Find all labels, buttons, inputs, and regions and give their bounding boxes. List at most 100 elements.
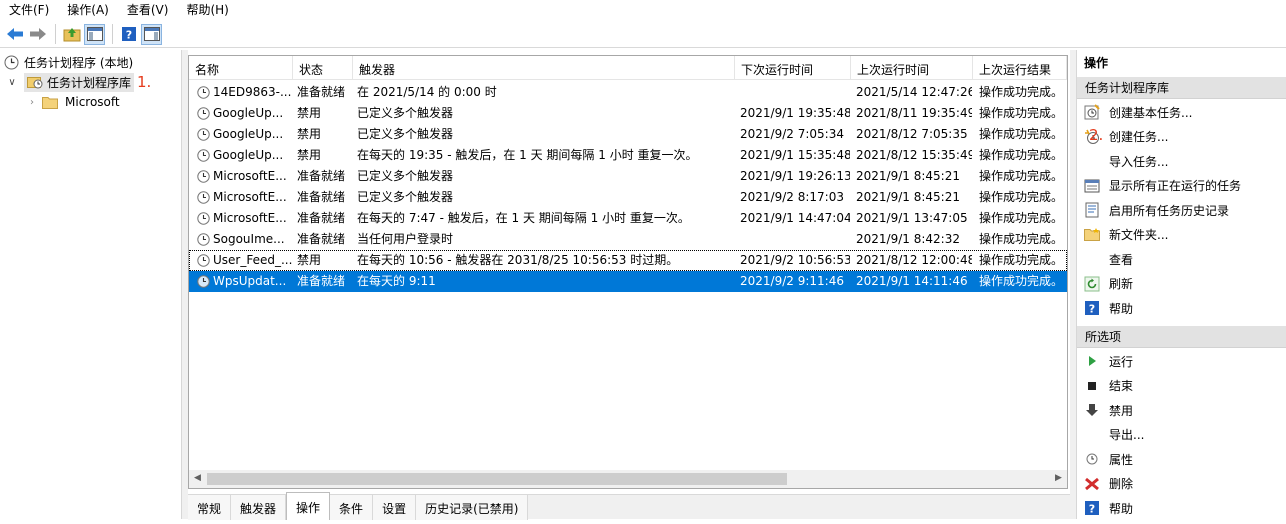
task-clock-icon [197,107,210,120]
cell-name: 14ED9863-... [213,85,292,99]
cell-next-run: 2021/9/1 14:47:04 [740,211,850,225]
action-label: 导出... [1109,428,1145,442]
tab-history[interactable]: 历史记录(已禁用) [416,495,529,520]
action-item[interactable]: ? 帮助 [1077,496,1286,520]
action-item[interactable]: 新文件夹... [1077,223,1286,247]
action-item[interactable]: 显示所有正在运行的任务 [1077,174,1286,198]
action-label: 创建任务... [1109,130,1169,144]
cell-status: 禁用 [297,253,322,267]
horizontal-scrollbar[interactable]: ◀ ▶ [189,470,1067,488]
action-item[interactable]: 刷新 [1077,272,1286,296]
action-label: 创建基本任务... [1109,105,1193,120]
column-header-next-run[interactable]: 下次运行时间 [735,56,851,80]
detail-tabs: 常规 触发器 操作 条件 设置 历史记录(已禁用) [188,492,1070,520]
properties-icon [1084,451,1100,467]
action-item[interactable]: 禁用 [1077,398,1286,422]
action-item[interactable]: 运行 [1077,349,1286,373]
table-row[interactable]: MicrosoftE... 准备就绪 已定义多个触发器 2021/9/2 8:17:0… [189,187,1067,208]
tree-item-microsoft[interactable]: › Microsoft [26,92,120,112]
cell-status: 准备就绪 [297,169,346,183]
tree-root[interactable]: 任务计划程序 (本地) [4,52,133,72]
column-header-status[interactable]: 状态 [293,56,353,80]
task-clock-icon [197,149,210,162]
action-label: 帮助 [1109,501,1134,516]
cell-last-run: 2021/9/1 8:45:21 [856,169,960,183]
cell-last-result: 操作成功完成。 [979,190,1064,204]
task-clock-icon [197,212,210,225]
tab-actions[interactable]: 操作 [286,492,331,520]
action-item[interactable]: 删除 [1077,472,1286,496]
action-item[interactable]: 启用所有任务历史记录 [1077,198,1286,222]
cell-trigger: 已定义多个触发器 [357,169,454,183]
cell-next-run: 2021/9/2 9:11:46 [740,274,844,288]
cell-status: 准备就绪 [297,190,346,204]
column-header-last-result[interactable]: 上次运行结果 [973,56,1067,80]
tab-settings[interactable]: 设置 [373,495,417,520]
column-header-name[interactable]: 名称 [189,56,293,80]
cell-last-result: 操作成功完成。 [979,85,1064,99]
tab-triggers[interactable]: 触发器 [231,495,287,520]
scrollbar-thumb[interactable] [207,473,787,485]
cell-name: GoogleUp... [213,106,284,120]
table-row[interactable]: SogouIme... 准备就绪 当任何用户登录时 2021/9/1 8:42:32 操… [189,229,1067,250]
menu-view[interactable]: 查看(V) [118,0,178,20]
table-row[interactable]: WpsUpdat... 准备就绪 在每天的 9:11 2021/9/2 9:11:46… [189,271,1067,292]
action-item[interactable]: 查看 [1077,247,1286,271]
menu-help[interactable]: 帮助(H) [177,0,237,20]
disable-icon [1084,402,1100,418]
column-header-trigger[interactable]: 触发器 [353,56,735,80]
cell-trigger: 已定义多个触发器 [357,127,454,141]
back-icon[interactable] [4,24,25,45]
history-icon [1084,202,1100,218]
tree-item-library[interactable]: ∨ 任务计划程序库 1. [6,72,151,92]
cell-trigger: 在每天的 19:35 - 触发后，在 1 天 期间每隔 1 小时 重复一次。 [357,148,698,162]
menu-action[interactable]: 操作(A) [58,0,118,20]
table-row[interactable]: User_Feed_... 禁用 在每天的 10:56 - 触发器在 2031/8/… [189,250,1067,271]
task-clock-icon [197,275,210,288]
tab-conditions[interactable]: 条件 [330,495,374,520]
refresh-icon [1084,276,1100,292]
cell-trigger: 在 2021/5/14 的 0:00 时 [357,85,497,99]
chevron-right-icon[interactable]: › [26,97,38,108]
table-row[interactable]: MicrosoftE... 准备就绪 在每天的 7:47 - 触发后，在 1 天 期… [189,208,1067,229]
action-item[interactable]: 创建基本任务... [1077,100,1286,124]
cell-last-result: 操作成功完成。 [979,211,1064,225]
action-label: 显示所有正在运行的任务 [1109,179,1242,193]
help-icon[interactable]: ? [118,24,139,45]
chevron-down-icon[interactable]: ∨ [6,77,18,88]
action-item[interactable]: 导出... [1077,423,1286,447]
task-clock-icon [197,233,210,246]
table-row[interactable]: MicrosoftE... 准备就绪 已定义多个触发器 2021/9/1 19:26:… [189,166,1067,187]
action-item[interactable]: ? 帮助 [1077,296,1286,320]
action-item[interactable]: 导入任务... [1077,149,1286,173]
table-row[interactable]: GoogleUp... 禁用 已定义多个触发器 2021/9/2 7:05:34 202… [189,124,1067,145]
navigation-tree: 任务计划程序 (本地) ∨ 任务计划程序库 1. › Microsoft [0,50,182,519]
folder-icon [1084,227,1100,243]
scroll-left-icon[interactable]: ◀ [194,473,201,483]
tab-general[interactable]: 常规 [188,495,232,520]
task-clock-icon [197,254,210,267]
show-hide-tree-icon[interactable] [84,23,105,45]
cell-last-result: 操作成功完成。 [979,106,1064,120]
menu-bar: 文件(F) 操作(A) 查看(V) 帮助(H) [0,0,1286,20]
table-row[interactable]: 14ED9863-... 准备就绪在 2021/5/14 的 0:00 时 2021… [189,82,1067,103]
menu-file[interactable]: 文件(F) [0,0,58,20]
column-header-last-run[interactable]: 上次运行时间 [851,56,973,80]
action-item[interactable]: 2. 创建任务... [1077,125,1286,149]
table-row[interactable]: GoogleUp... 禁用 已定义多个触发器 2021/9/1 19:35:48 20… [189,103,1067,124]
help-icon: ? [1084,500,1100,516]
cell-last-run: 2021/8/11 19:35:49 [856,106,972,120]
action-label: 导入任务... [1109,154,1169,169]
section-library[interactable]: 任务计划程序库 [1077,77,1286,99]
tree-root-label: 任务计划程序 (本地) [24,55,134,70]
scroll-right-icon[interactable]: ▶ [1055,473,1062,483]
action-item[interactable]: 属性 [1077,447,1286,471]
action-item[interactable]: 结束 [1077,374,1286,398]
forward-icon[interactable] [27,24,48,45]
show-hide-action-pane-icon[interactable] [141,23,162,45]
cell-next-run: 2021/9/1 15:35:48 [740,148,850,162]
section-selected-item[interactable]: 所选项 [1077,326,1286,348]
table-row[interactable]: GoogleUp... 禁用 在每天的 19:35 - 触发后，在 1 天 期间每隔… [189,145,1067,166]
cell-trigger: 在每天的 10:56 - 触发器在 2031/8/25 10:56:53 时过期… [357,253,679,267]
up-folder-icon[interactable] [61,24,82,45]
